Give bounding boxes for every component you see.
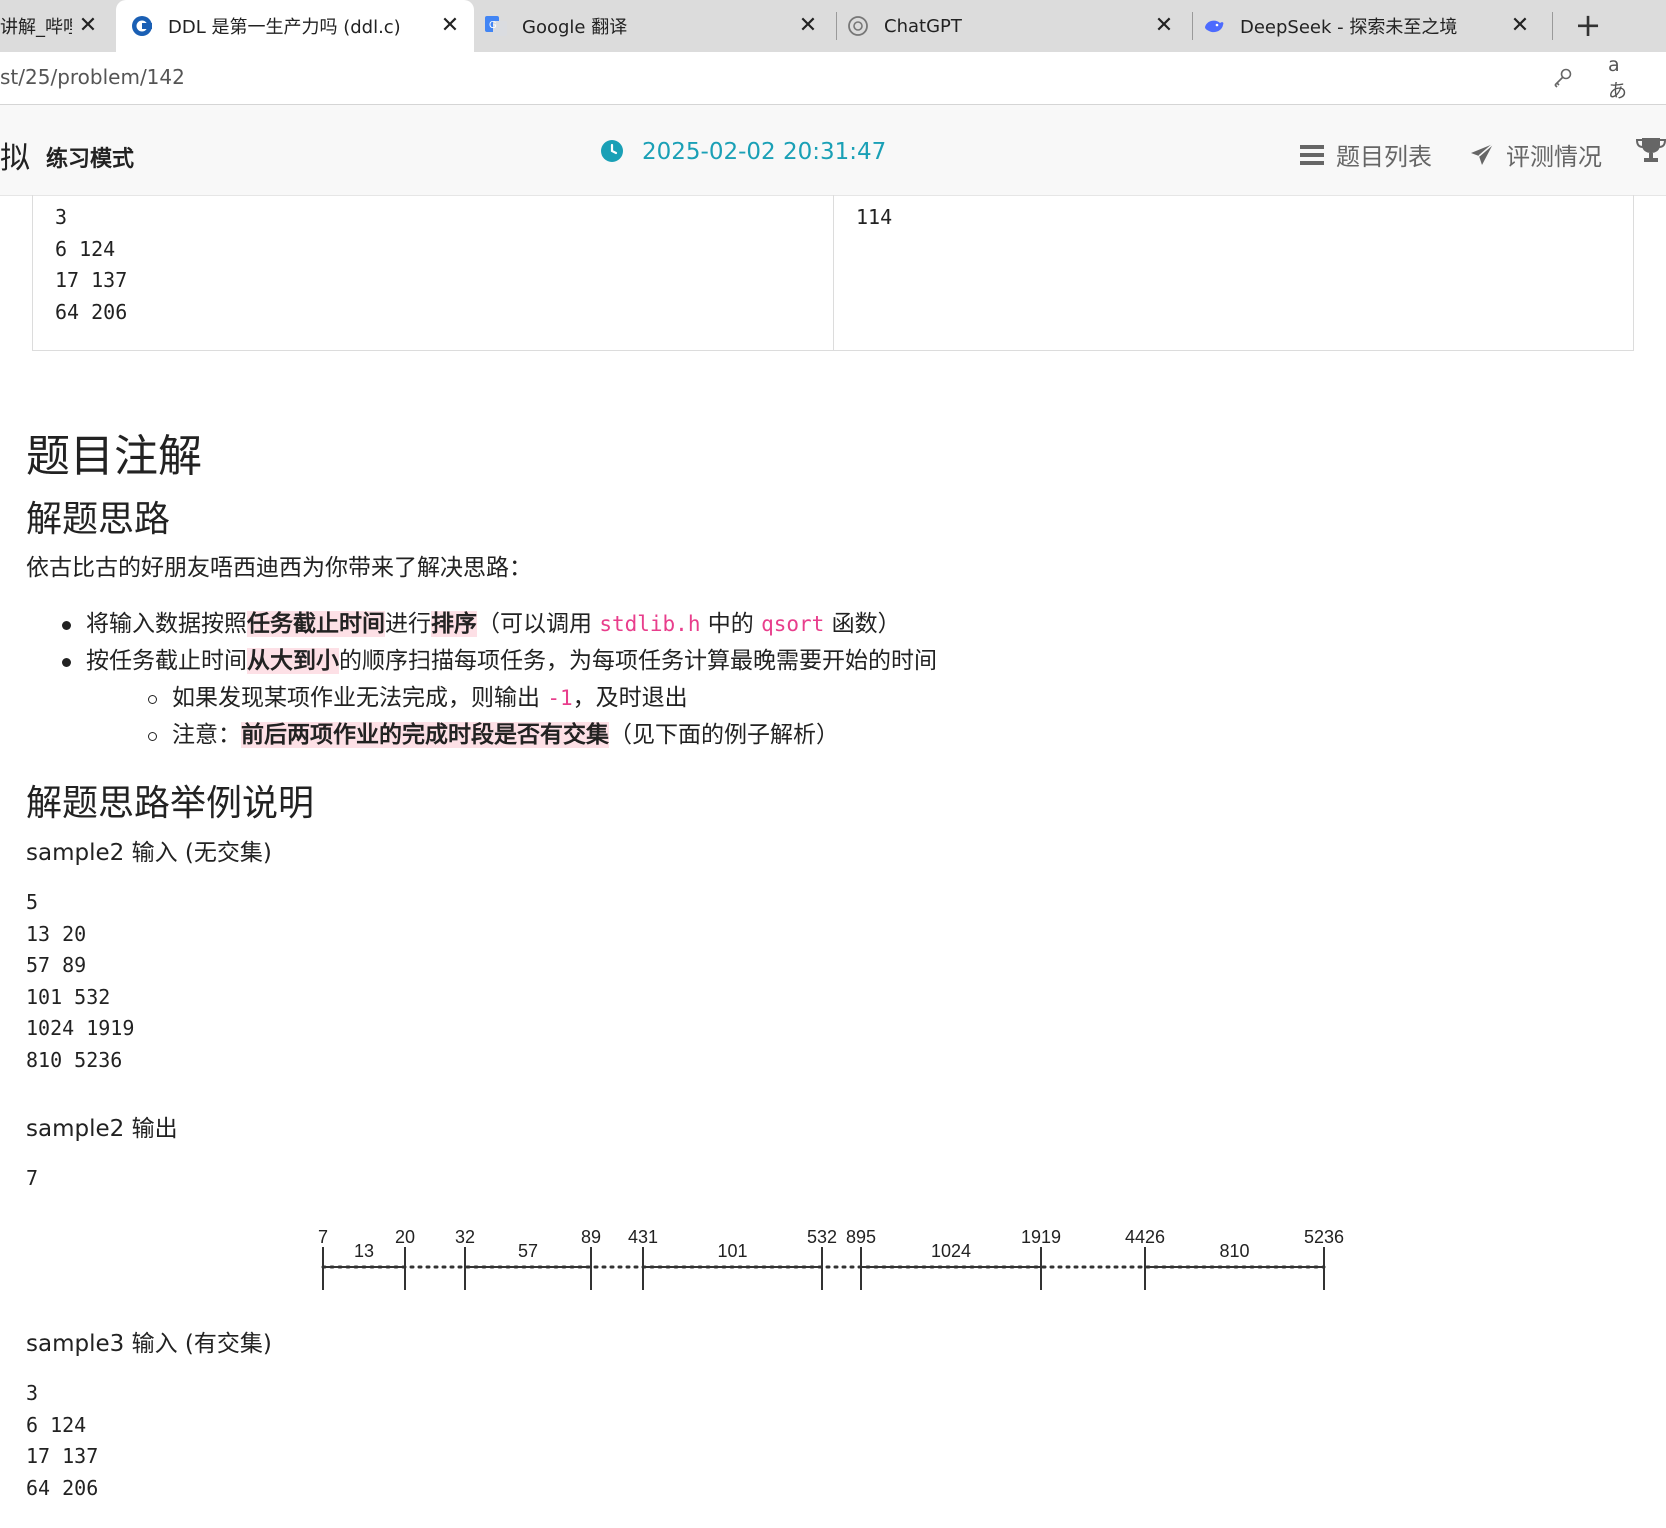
- trophy-icon: [1636, 137, 1666, 163]
- highlight-text: 前后两项作业的完成时段是否有交集: [241, 722, 609, 748]
- nav-problem-list[interactable]: 题目列表: [1300, 137, 1432, 172]
- text-span: 进行: [385, 611, 431, 637]
- address-bar: st/25/problem/142 aあ: [0, 52, 1666, 105]
- text-span: （可以调用: [477, 611, 600, 637]
- sample-output-text: 114: [856, 205, 893, 229]
- text-span: （见下面的例子解析）: [609, 722, 839, 748]
- clock-icon: [600, 139, 624, 163]
- example-title: 解题思路举例说明: [26, 783, 315, 824]
- close-icon[interactable]: ✕: [1152, 13, 1176, 38]
- list-item: 将输入数据按照任务截止时间进行排序（可以调用 stdlib.h 中的 qsort…: [60, 606, 937, 643]
- timeline-tick-label: 4426: [1125, 1227, 1165, 1247]
- timeline-tick-label: 7: [318, 1227, 328, 1247]
- close-icon[interactable]: ✕: [796, 13, 820, 38]
- nav-label: 题目列表: [1336, 143, 1432, 171]
- text-span: ，及时退出: [572, 685, 688, 711]
- section-title: 题目注解: [26, 431, 202, 482]
- new-tab-button[interactable]: +: [1570, 8, 1606, 44]
- site-header: 拟 练习模式 2025-02-02 20:31:47 题目列表 评测情况: [0, 105, 1666, 196]
- text-span: 如果发现某项作业无法完成，则输出: [172, 685, 548, 711]
- close-icon[interactable]: ✕: [438, 13, 462, 38]
- segment-duration-label: 13: [354, 1241, 374, 1261]
- highlight-text: 排序: [431, 611, 477, 637]
- timeline-tick-label: 431: [628, 1227, 658, 1247]
- text-span: 按任务截止时间: [86, 648, 247, 674]
- timeline-tick-label: 5236: [1304, 1227, 1344, 1247]
- sample2-input-label: sample2 输入 (无交集): [26, 840, 272, 866]
- timeline-diagram: 13 57 101 1024 810 7 20 32 89 431 532 895 1919 4426 52…: [318, 1227, 1344, 1290]
- key-icon[interactable]: [1548, 64, 1576, 92]
- contest-timer: 2025-02-02 20:31:47: [642, 139, 887, 165]
- tab-title: DeepSeek - 探索未至之境: [1240, 17, 1458, 38]
- sub-list: 如果发现某项作业无法完成，则输出 -1，及时退出 注意：前后两项作业的完成时段是…: [86, 680, 937, 754]
- list-item: 如果发现某项作业无法完成，则输出 -1，及时退出: [146, 680, 937, 717]
- tab-divider: [836, 12, 837, 40]
- timeline-tick-label: 20: [395, 1227, 415, 1247]
- text-span: 的顺序扫描每项任务，为每项任务计算最晚需要开始的时间: [339, 648, 937, 674]
- tab-bilibili[interactable]: 讲解_哔哩哔 ✕: [0, 0, 112, 52]
- sample3-input-label: sample3 输入 (有交集): [26, 1331, 272, 1357]
- tab-google-translate[interactable]: G Google 翻译 ✕: [484, 0, 832, 52]
- deepseek-icon: [1202, 14, 1226, 38]
- text-span: 注意：: [172, 722, 241, 748]
- segment-duration-label: 101: [717, 1241, 747, 1261]
- tab-ddl[interactable]: DDL 是第一生产力吗 (ddl.c) ✕: [116, 0, 474, 52]
- nav-label: 评测情况: [1506, 143, 1602, 171]
- approach-list: 将输入数据按照任务截止时间进行排序（可以调用 stdlib.h 中的 qsort…: [60, 606, 937, 754]
- segment-duration-label: 810: [1219, 1241, 1249, 1261]
- mode-label: 练习模式: [46, 147, 135, 172]
- sample2-output: 7: [26, 1166, 39, 1190]
- send-icon: [1470, 142, 1494, 167]
- highlight-text: 从大到小: [247, 648, 339, 674]
- segment-duration-label: 57: [518, 1241, 538, 1261]
- tab-divider: [1552, 12, 1553, 40]
- close-icon[interactable]: ✕: [1508, 13, 1532, 38]
- tab-title: Google 翻译: [522, 17, 628, 38]
- nav-ranking[interactable]: [1636, 137, 1666, 163]
- tab-divider: [1192, 12, 1193, 40]
- timeline-tick-label: 32: [455, 1227, 475, 1247]
- text-span: 将输入数据按照: [86, 611, 247, 637]
- translate-icon[interactable]: aあ: [1608, 54, 1636, 102]
- tab-deepseek[interactable]: DeepSeek - 探索未至之境 ✕: [1202, 0, 1544, 52]
- inline-code: stdlib.h: [599, 612, 701, 636]
- segment-duration-label: 1024: [931, 1241, 971, 1261]
- inline-code: -1: [547, 686, 573, 710]
- sample2-input: 5 13 20 57 89 101 532 1024 1919 810 5236: [26, 890, 135, 1072]
- close-icon[interactable]: ✕: [76, 13, 100, 38]
- ddl-site-icon: [130, 14, 154, 38]
- tab-chatgpt[interactable]: ChatGPT ✕: [846, 0, 1188, 52]
- highlight-text: 任务截止时间: [247, 611, 385, 637]
- tab-strip: 讲解_哔哩哔 ✕ DDL 是第一生产力吗 (ddl.c) ✕ G Google …: [0, 0, 1666, 52]
- url-field[interactable]: st/25/problem/142: [0, 65, 185, 89]
- sample3-input: 3 6 124 17 137 64 206: [26, 1381, 99, 1500]
- text-span: 函数）: [824, 611, 901, 637]
- approach-title: 解题思路: [26, 499, 171, 540]
- text-span: 中的: [700, 611, 762, 637]
- timeline-tick-label: 895: [846, 1227, 876, 1247]
- sample2-output-label: sample2 输出: [26, 1116, 178, 1142]
- timeline-tick-label: 1919: [1021, 1227, 1061, 1247]
- list-item: 注意：前后两项作业的完成时段是否有交集（见下面的例子解析）: [146, 717, 937, 754]
- list-icon: [1300, 144, 1324, 166]
- intro-text: 依古比古的好朋友唔西迪西为你带来了解决思路：: [26, 555, 532, 581]
- google-translate-icon: G: [484, 14, 508, 38]
- sample-output-cell: 114: [834, 195, 1633, 350]
- list-item: 按任务截止时间从大到小的顺序扫描每项任务，为每项任务计算最晚需要开始的时间 如果…: [60, 643, 937, 754]
- sample-input-text: 3 6 124 17 137 64 206: [55, 205, 128, 324]
- nav-submissions[interactable]: 评测情况: [1470, 137, 1602, 172]
- sample-input-cell: 3 6 124 17 137 64 206: [33, 195, 834, 350]
- site-brand[interactable]: 拟: [0, 133, 30, 177]
- tab-title: ChatGPT: [884, 15, 962, 37]
- tab-title: DDL 是第一生产力吗 (ddl.c): [168, 17, 401, 38]
- sample-io-table: 3 6 124 17 137 64 206 114: [32, 195, 1634, 351]
- timeline-tick-label: 89: [581, 1227, 601, 1247]
- inline-code: qsort: [761, 612, 825, 636]
- svg-text:G: G: [489, 20, 497, 31]
- chatgpt-icon: [846, 14, 870, 38]
- timeline-tick-label: 532: [807, 1227, 837, 1247]
- tab-title: 讲解_哔哩哔: [0, 17, 72, 38]
